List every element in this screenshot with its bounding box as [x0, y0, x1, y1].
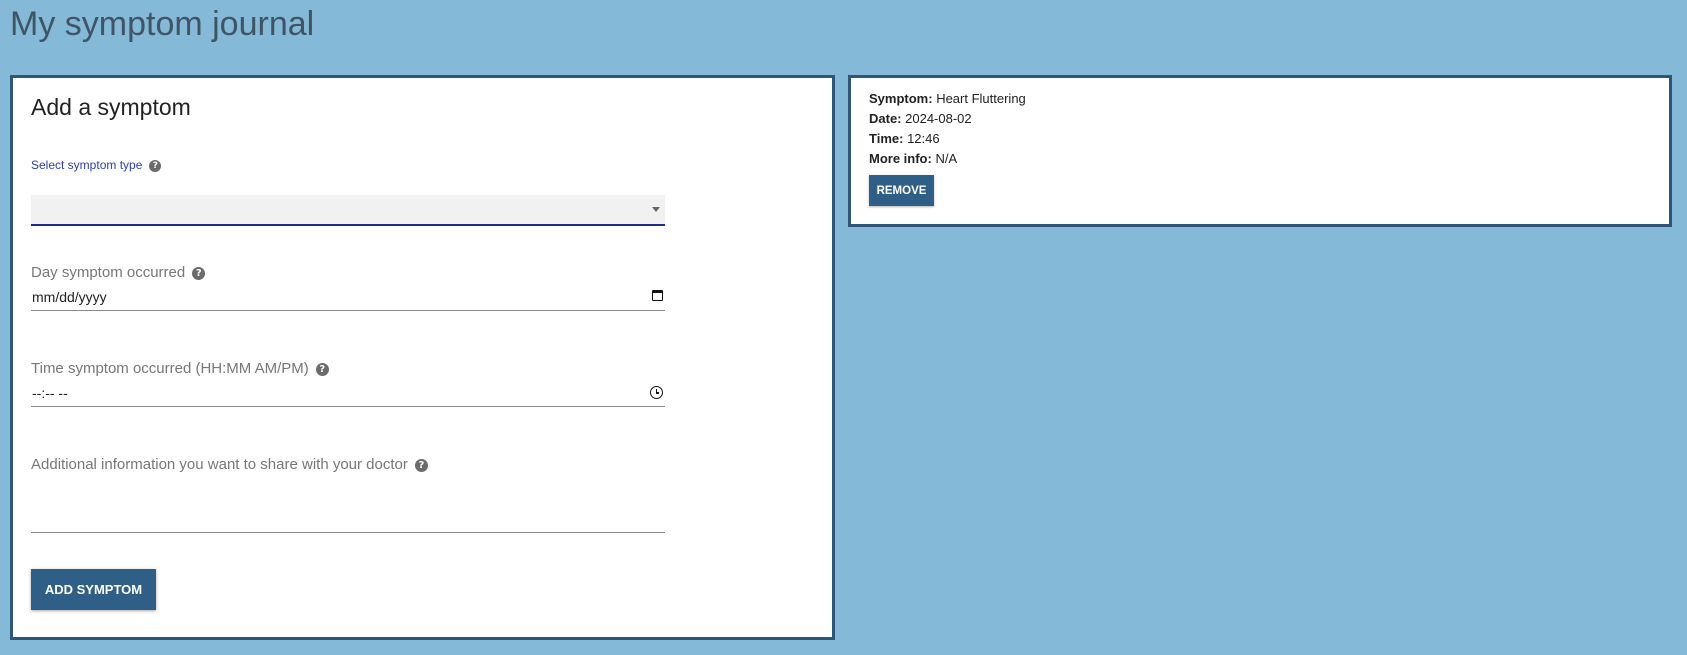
entry-info-label: More info:	[869, 151, 932, 166]
dropdown-arrow-icon[interactable]	[652, 207, 660, 212]
date-label-text: Day symptom occurred	[31, 264, 186, 281]
entry-info: More info: N/A	[869, 151, 957, 166]
info-help-icon[interactable]: ?	[414, 458, 428, 472]
time-input-placeholder: --:-- --	[32, 385, 68, 401]
entry-info-value: N/A	[935, 151, 958, 166]
calendar-icon[interactable]	[652, 290, 663, 301]
symptom-type-select[interactable]	[31, 195, 665, 226]
entry-time: Time: 12:46	[869, 131, 940, 146]
info-label-text: Additional information you want to share…	[31, 456, 408, 473]
symptom-type-help-icon[interactable]: ?	[149, 159, 162, 172]
clock-icon[interactable]	[650, 386, 663, 399]
symptom-type-label: Select symptom type?	[31, 158, 162, 172]
date-input[interactable]: mm/dd/yyyy	[31, 288, 665, 311]
time-input[interactable]: --:-- --	[31, 384, 665, 407]
form-heading: Add a symptom	[31, 94, 191, 120]
add-symptom-button[interactable]: ADD SYMPTOM	[31, 569, 156, 610]
time-label-text: Time symptom occurred (HH:MM AM/PM)	[31, 360, 309, 377]
date-help-icon[interactable]: ?	[192, 266, 206, 280]
entry-symptom: Symptom: Heart Fluttering	[869, 91, 1026, 106]
date-label: Day symptom occurred?	[31, 264, 206, 281]
time-help-icon[interactable]: ?	[315, 362, 329, 376]
symptom-entry-card: Symptom: Heart Fluttering Date: 2024-08-…	[848, 75, 1672, 227]
page-title: My symptom journal	[10, 5, 315, 43]
time-label: Time symptom occurred (HH:MM AM/PM)?	[31, 360, 329, 377]
entry-date-value: 2024-08-02	[905, 111, 972, 126]
entry-date-label: Date:	[869, 111, 902, 126]
info-textarea[interactable]	[31, 484, 665, 533]
entry-time-label: Time:	[869, 131, 904, 146]
info-label: Additional information you want to share…	[31, 456, 428, 473]
symptom-type-label-text: Select symptom type	[31, 158, 143, 172]
entry-symptom-label: Symptom:	[869, 91, 933, 106]
entry-date: Date: 2024-08-02	[869, 111, 972, 126]
entry-symptom-value: Heart Fluttering	[936, 91, 1026, 106]
date-input-placeholder: mm/dd/yyyy	[32, 289, 107, 305]
entry-time-value: 12:46	[907, 131, 940, 146]
remove-entry-button[interactable]: REMOVE	[869, 175, 934, 206]
add-symptom-form: Add a symptom Select symptom type? Day s…	[10, 75, 835, 640]
